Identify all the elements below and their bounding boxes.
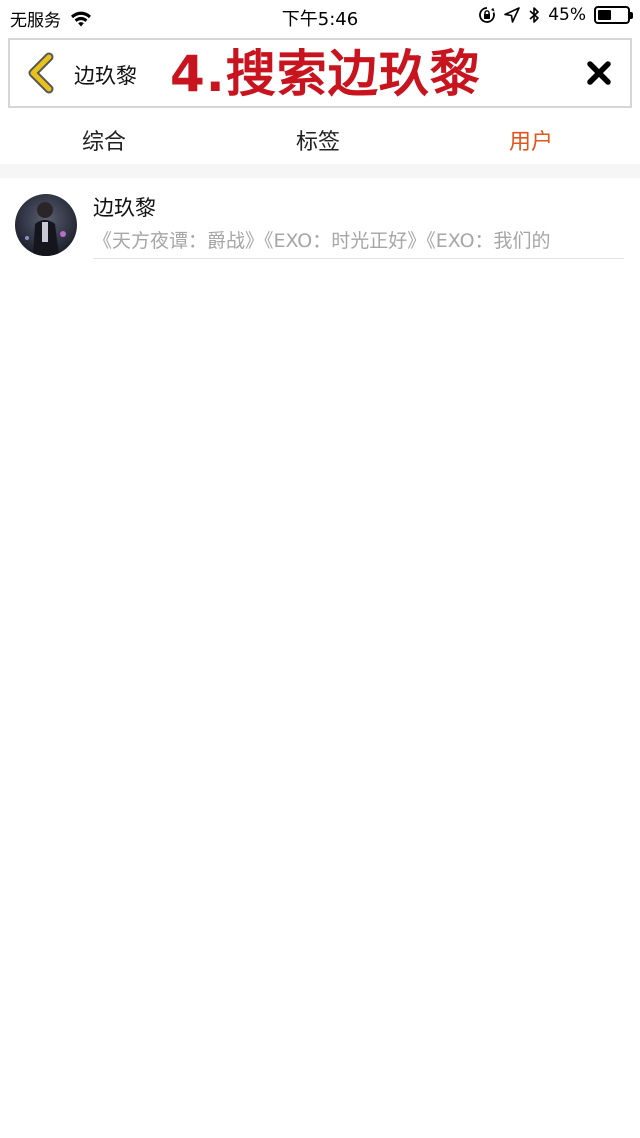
orientation-lock-icon [479,7,496,23]
status-right: 45% [478,5,633,25]
search-input[interactable]: 边玖黎 [74,60,137,90]
chevron-left-icon [28,52,54,94]
section-divider [0,164,640,178]
location-icon [504,7,521,23]
tab-comprehensive[interactable]: 综合 [82,124,126,156]
tab-label: 标签 [296,130,341,155]
battery-percent: 45% [548,5,586,25]
tab-label: 用户 [509,130,554,155]
result-tabs: 综合 标签 用户 [0,110,640,170]
battery-icon [594,6,633,24]
status-bar: 无服务 下午5:46 45% [0,0,640,34]
row-divider [93,258,624,259]
tab-tags[interactable]: 标签 [296,124,340,156]
back-button[interactable] [24,52,60,94]
tab-label: 综合 [82,130,127,155]
user-result-item[interactable]: 边玖黎 《天方夜谭：爵战》《EXO：时光正好》《EXO：我们的 [0,180,640,262]
search-bar: 边玖黎 4.搜索边玖黎 [8,38,632,108]
bluetooth-icon [529,7,540,23]
user-description: 《天方夜谭：爵战》《EXO：时光正好》《EXO：我们的 [93,230,551,252]
clear-search-button[interactable] [584,58,614,88]
avatar [15,194,77,256]
battery-level-fill [598,10,611,20]
user-name: 边玖黎 [93,196,156,220]
close-icon [587,61,611,85]
step-caption: 4.搜索边玖黎 [170,45,481,103]
tab-users[interactable]: 用户 [509,124,554,170]
